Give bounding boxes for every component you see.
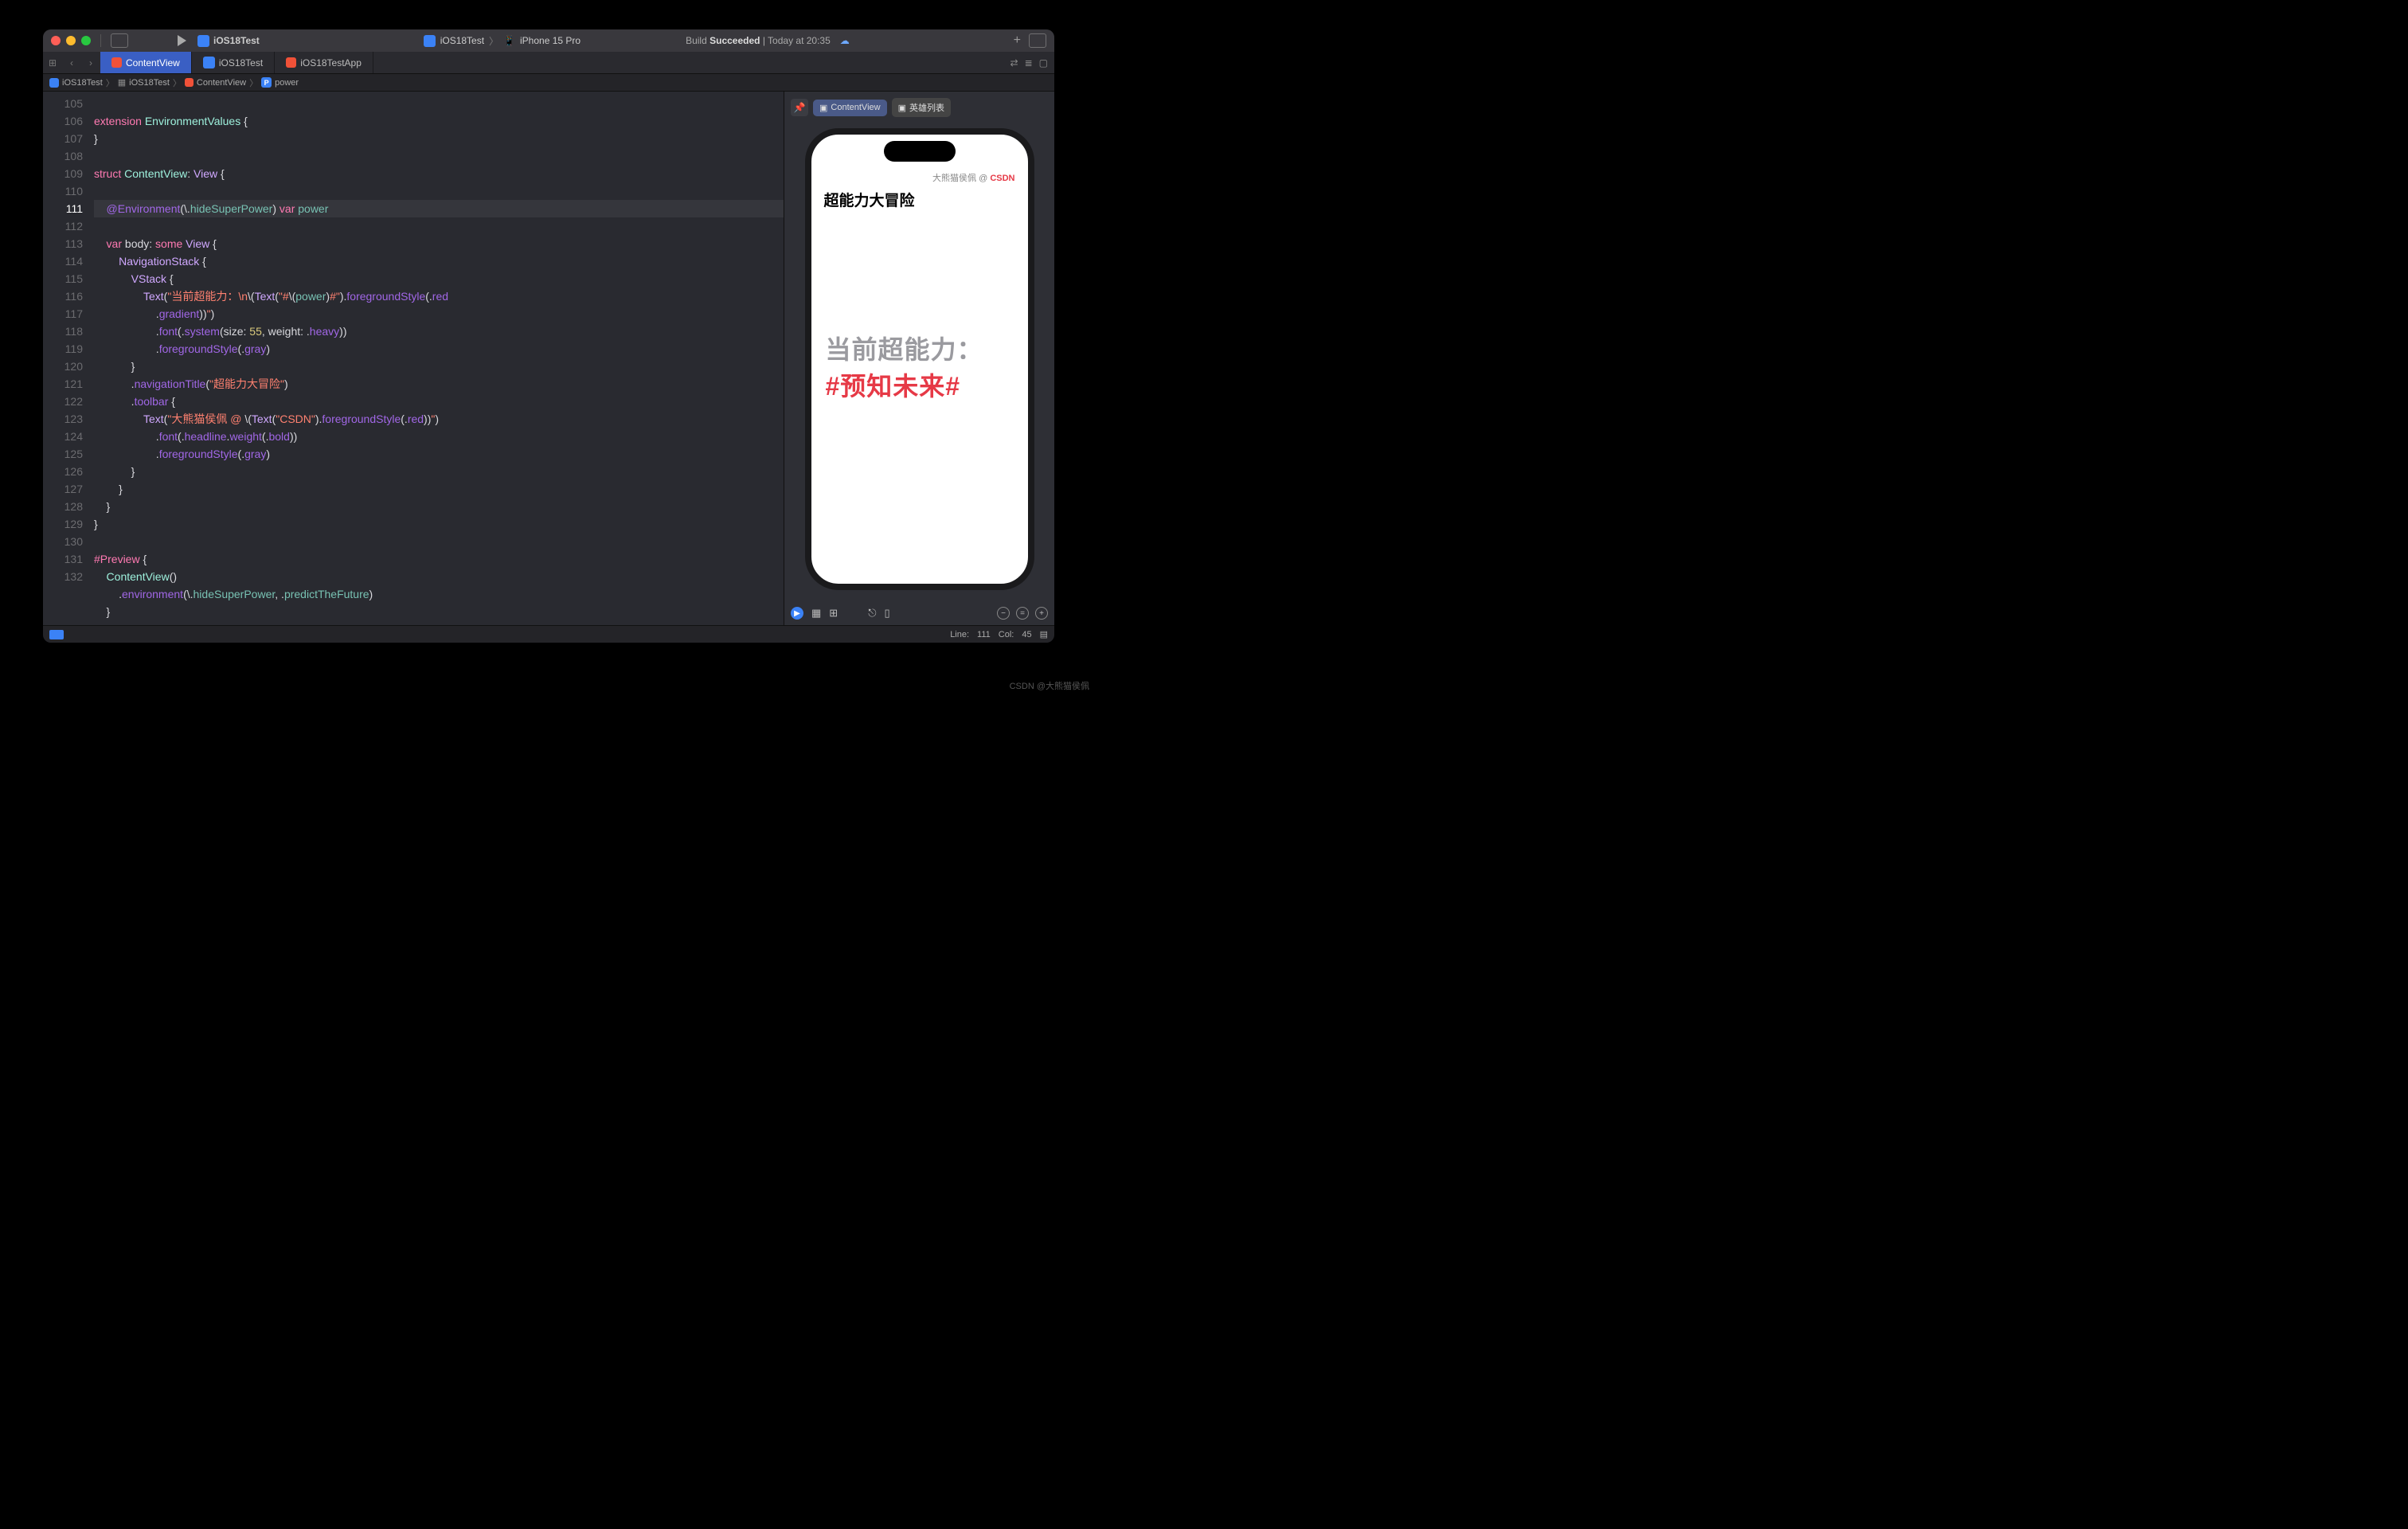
toolbar-text: 大熊猫侯佩 @ CSDN xyxy=(932,171,1014,184)
device-settings-icon[interactable]: ⎋ xyxy=(868,607,876,620)
navigation-title: 超能力大冒险 xyxy=(824,189,915,210)
debug-area-icon[interactable] xyxy=(49,630,64,639)
swift-file-icon xyxy=(111,57,122,68)
zoom-window-button[interactable] xyxy=(81,36,91,45)
chip-label: ContentView xyxy=(831,103,880,112)
live-preview-icon[interactable]: ▶ xyxy=(791,607,803,620)
folder-icon: ▦ xyxy=(118,77,126,88)
xcode-window: iOS18Test iOS18Test 〉 📱 iPhone 15 Pro Bu… xyxy=(43,29,1054,643)
build-status: Build Succeeded | Today at 20:35 xyxy=(686,35,831,46)
crumb-file[interactable]: ContentView xyxy=(197,78,246,88)
project-name: iOS18Test xyxy=(213,35,260,46)
preview-canvas[interactable]: 大熊猫侯佩 @ CSDN 超能力大冒险 当前超能力： #预知未来# xyxy=(784,123,1054,601)
cursor-col-label: Col: xyxy=(999,630,1014,639)
tab-ios18test[interactable]: iOS18Test xyxy=(192,52,275,73)
inspector-toggle-icon[interactable]: ▢ xyxy=(1039,57,1048,68)
code-editor[interactable]: 1051061071081091101111121131141151161171… xyxy=(43,92,784,625)
run-button-icon[interactable] xyxy=(178,35,186,46)
device-icon[interactable]: ▯ xyxy=(885,607,890,620)
back-button[interactable]: ‹ xyxy=(62,57,81,68)
run-destination[interactable]: iPhone 15 Pro xyxy=(520,35,580,46)
body-line-2: #预知未来# xyxy=(826,366,1014,403)
cloud-icon: ☁ xyxy=(840,35,850,46)
grid-icon[interactable]: ⊞ xyxy=(829,607,838,620)
phone-body: 当前超能力： #预知未来# xyxy=(811,330,1028,403)
swift-file-icon xyxy=(185,78,194,87)
cursor-line-value: 111 xyxy=(977,630,991,639)
app-icon xyxy=(203,57,215,68)
minimize-window-button[interactable] xyxy=(66,36,76,45)
phone-icon: 📱 xyxy=(503,35,515,46)
tab-contentview[interactable]: ContentView xyxy=(100,52,192,73)
preview-chip-contentview[interactable]: ▣ ContentView xyxy=(813,100,887,116)
swift-file-icon xyxy=(286,57,296,68)
scheme-target[interactable]: iOS18Test xyxy=(440,35,484,46)
cube-icon: ▣ xyxy=(898,103,906,113)
breadcrumb: iOS18Test〉 ▦ iOS18Test〉 ContentView〉 P p… xyxy=(43,74,1054,92)
crumb-symbol[interactable]: power xyxy=(275,78,299,88)
titlebar: iOS18Test iOS18Test 〉 📱 iPhone 15 Pro Bu… xyxy=(43,29,1054,52)
variants-icon[interactable]: ▦ xyxy=(811,607,821,620)
tab-label: iOS18Test xyxy=(219,57,263,68)
panel-icon[interactable]: ▤ xyxy=(1040,629,1048,639)
library-toggle-icon[interactable] xyxy=(1029,33,1046,48)
adjust-icon[interactable]: ≣ xyxy=(1025,57,1033,68)
app-icon xyxy=(49,78,59,88)
crumb-project[interactable]: iOS18Test xyxy=(62,78,103,88)
pin-icon[interactable]: 📌 xyxy=(791,99,808,116)
simulator-phone: 大熊猫侯佩 @ CSDN 超能力大冒险 当前超能力： #预知未来# xyxy=(805,128,1034,590)
sidebar-toggle-icon[interactable] xyxy=(111,33,128,48)
separator xyxy=(100,34,101,47)
bottom-bar: Line: 111 Col: 45 ▤ xyxy=(43,625,1054,643)
watermark-text: CSDN @大熊猫侯佩 xyxy=(1010,679,1089,692)
tab-bar: ⊞ ‹ › ContentView iOS18Test iOS18TestApp… xyxy=(43,52,1054,74)
code-area[interactable]: extension EnvironmentValues { } struct C… xyxy=(91,92,784,625)
tab-label: iOS18TestApp xyxy=(300,57,362,68)
tab-ios18testapp[interactable]: iOS18TestApp xyxy=(275,52,373,73)
review-icon[interactable]: ⇄ xyxy=(1010,57,1018,68)
cube-icon: ▣ xyxy=(819,103,827,113)
traffic-lights xyxy=(51,36,91,45)
preview-panel: 📌 ▣ContentView ▣英雄列表 大熊猫侯佩 @ CSDN 超能力大冒险… xyxy=(784,92,1054,625)
preview-header: 📌 ▣ContentView ▣英雄列表 xyxy=(784,92,1054,123)
cursor-line-label: Line: xyxy=(950,630,969,639)
zoom-out-icon[interactable]: − xyxy=(997,607,1010,620)
related-items-icon[interactable]: ⊞ xyxy=(43,57,62,68)
crumb-folder[interactable]: iOS18Test xyxy=(129,78,170,88)
close-window-button[interactable] xyxy=(51,36,61,45)
line-gutter: 1051061071081091101111121131141151161171… xyxy=(43,92,91,625)
app-icon xyxy=(424,35,436,47)
chip-label: 英雄列表 xyxy=(909,101,944,114)
add-button-icon[interactable]: + xyxy=(1014,33,1021,48)
cursor-col-value: 45 xyxy=(1022,630,1031,639)
dynamic-island xyxy=(884,141,956,162)
scheme-selector[interactable]: iOS18Test xyxy=(197,35,260,47)
zoom-in-icon[interactable]: + xyxy=(1035,607,1048,620)
property-badge-icon: P xyxy=(261,77,272,88)
forward-button[interactable]: › xyxy=(81,57,100,68)
preview-chip-heroes[interactable]: ▣英雄列表 xyxy=(892,98,951,117)
main-split: 1051061071081091101111121131141151161171… xyxy=(43,92,1054,625)
zoom-fit-icon[interactable]: = xyxy=(1016,607,1029,620)
app-icon xyxy=(197,35,209,47)
tab-label: ContentView xyxy=(126,57,180,68)
body-line-1: 当前超能力： xyxy=(826,330,1014,366)
preview-toolbar: ▶ ▦ ⊞ ⎋ ▯ − = + xyxy=(784,601,1054,625)
